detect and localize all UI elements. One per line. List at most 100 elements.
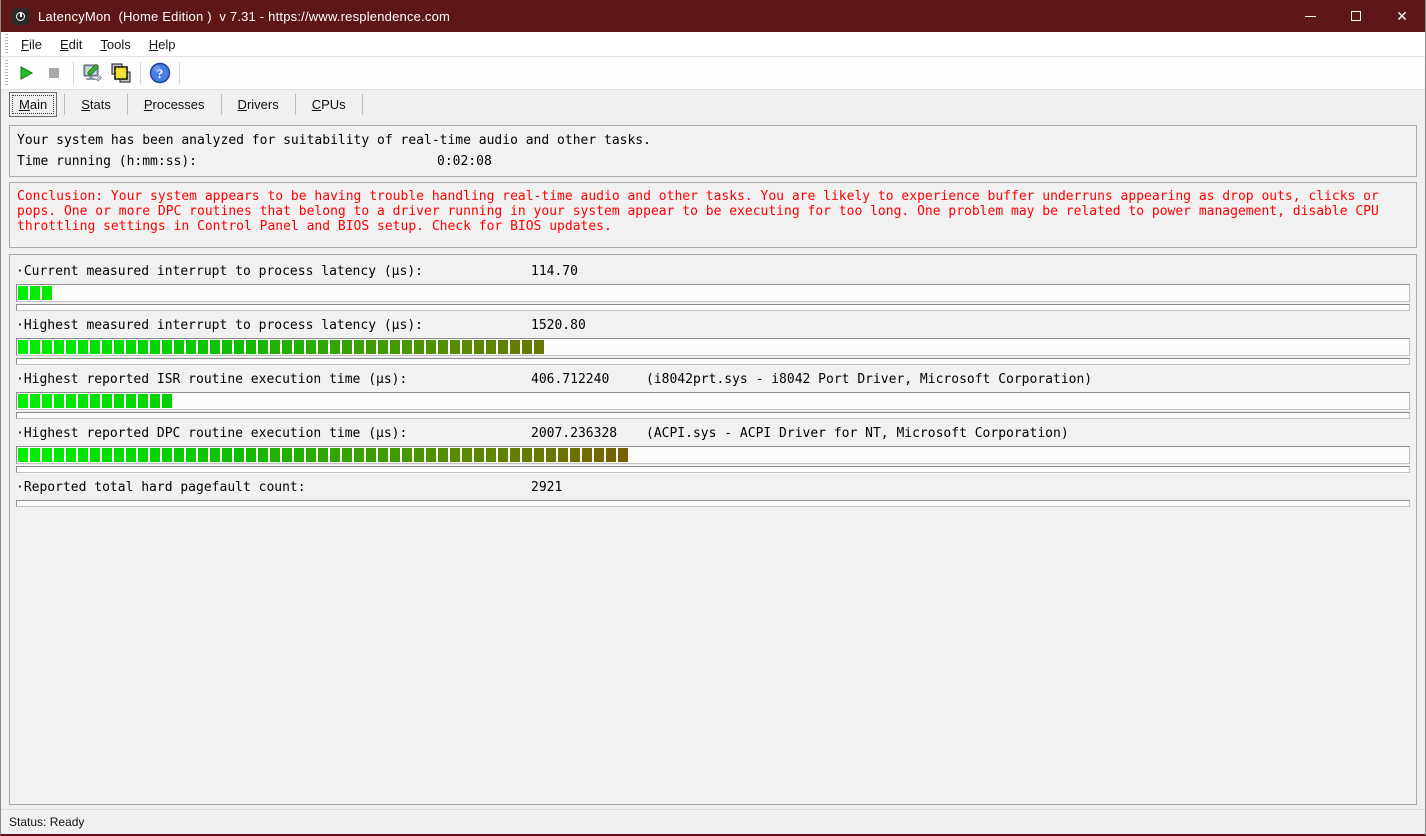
latency-bar-segment (42, 340, 52, 354)
tab-cpus[interactable]: CPUs (303, 92, 355, 117)
help-icon: ? (149, 62, 171, 84)
latency-bar-segment (198, 448, 208, 462)
latency-bar-segment (318, 448, 328, 462)
latency-bar-segment (150, 448, 160, 462)
options-button[interactable] (79, 60, 107, 86)
latency-bar-segment (198, 340, 208, 354)
start-monitor-button[interactable] (12, 60, 40, 86)
tab-drivers[interactable]: Drivers (229, 92, 288, 117)
analysis-summary-text: Your system has been analyzed for suitab… (17, 131, 1409, 151)
latency-bar-segment (510, 448, 520, 462)
measurement-value: 406.712240 (531, 372, 646, 390)
latency-bar-segment (174, 340, 184, 354)
analysis-summary-panel: Your system has been analyzed for suitab… (9, 125, 1417, 177)
latency-bar-segment (138, 448, 148, 462)
menu-help[interactable]: Help (140, 34, 185, 55)
latency-bar-segment (90, 394, 100, 408)
measurement-row: ·Highest reported ISR routine execution … (16, 370, 1410, 419)
minimize-button[interactable] (1287, 0, 1333, 32)
tab-main[interactable]: Main (9, 92, 57, 117)
latency-bar-segment (258, 448, 268, 462)
svg-text:?: ? (157, 66, 164, 81)
close-button[interactable]: ✕ (1379, 0, 1425, 32)
latency-bar (16, 392, 1410, 410)
latency-bar-segment (42, 286, 52, 300)
latency-bar-segment (558, 448, 568, 462)
minimize-icon (1305, 16, 1316, 17)
stop-icon (46, 65, 62, 81)
latency-bar-segment (126, 394, 136, 408)
latency-bar-segment (210, 448, 220, 462)
toolbar-gripper (5, 60, 8, 86)
measurement-value: 114.70 (531, 264, 646, 282)
app-icon (12, 8, 29, 25)
latency-bar (16, 446, 1410, 464)
time-running-label: Time running (h:mm:ss): (17, 151, 437, 173)
tab-processes[interactable]: Processes (135, 92, 214, 117)
latency-bar-segment (318, 340, 328, 354)
measurement-driver-info: (ACPI.sys - ACPI Driver for NT, Microsof… (646, 426, 1069, 444)
menu-bar: FileEditToolsHelp (1, 32, 1425, 57)
secondary-bar (16, 466, 1410, 473)
latency-bar-segment (246, 448, 256, 462)
latency-bar-segment (570, 448, 580, 462)
toolbar-separator (140, 62, 141, 84)
latency-bar-segment (186, 448, 196, 462)
latency-bar-segment (90, 340, 100, 354)
maximize-button[interactable] (1333, 0, 1379, 32)
tab-stats[interactable]: Stats (72, 92, 120, 117)
status-text: Status: Ready (9, 815, 84, 829)
latency-bar-segment (390, 448, 400, 462)
latency-bar-segment (114, 448, 124, 462)
latency-bar-segment (78, 448, 88, 462)
menu-tools[interactable]: Tools (91, 34, 139, 55)
latency-bar-segment (522, 340, 532, 354)
latency-bar-segment (66, 394, 76, 408)
tab-separator (64, 94, 65, 115)
latency-bar-segment (234, 448, 244, 462)
report-pages-icon (110, 62, 132, 84)
latency-bar-segment (18, 286, 28, 300)
measurement-value: 2921 (531, 480, 646, 498)
tab-separator (221, 94, 222, 115)
latency-bar-segment (210, 340, 220, 354)
latency-bar-segment (474, 448, 484, 462)
latency-bar (16, 338, 1410, 356)
tab-separator (127, 94, 128, 115)
menu-bar-items: FileEditToolsHelp (12, 34, 184, 55)
latency-bar-segment (90, 448, 100, 462)
main-content: Your system has been analyzed for suitab… (1, 119, 1425, 809)
latency-bar-segment (450, 448, 460, 462)
latency-bar-segment (606, 448, 616, 462)
measurement-row: ·Highest measured interrupt to process l… (16, 316, 1410, 365)
latency-bar-segment (18, 394, 28, 408)
latency-bar-segment (150, 394, 160, 408)
latency-bar-segment (114, 340, 124, 354)
latency-bar-segment (186, 340, 196, 354)
latency-bar-segment (510, 340, 520, 354)
latency-bar-segment (462, 340, 472, 354)
window-controls: ✕ (1287, 0, 1425, 32)
close-icon: ✕ (1396, 8, 1408, 25)
latency-bar-segment (222, 448, 232, 462)
measurement-label: ·Reported total hard pagefault count: (16, 480, 531, 498)
menu-gripper (5, 34, 8, 53)
latency-bar-segment (378, 340, 388, 354)
measurement-label: ·Current measured interrupt to process l… (16, 264, 531, 282)
report-button[interactable] (107, 60, 135, 86)
latency-bar-segment (330, 340, 340, 354)
menu-file[interactable]: File (12, 34, 51, 55)
tab-separator (362, 94, 363, 115)
latency-bar-segment (18, 340, 28, 354)
help-button[interactable]: ? (146, 60, 174, 86)
latency-bar-segment (30, 340, 40, 354)
latencymon-window: LatencyMon (Home Edition ) v 7.31 - http… (0, 0, 1426, 836)
latency-bar-segment (102, 394, 112, 408)
status-bar: Status: Ready (1, 809, 1425, 834)
latency-bar-segment (126, 340, 136, 354)
measurement-value: 1520.80 (531, 318, 646, 336)
stop-monitor-button[interactable] (40, 60, 68, 86)
secondary-bar (16, 358, 1410, 365)
latency-bar-segment (582, 448, 592, 462)
menu-edit[interactable]: Edit (51, 34, 91, 55)
